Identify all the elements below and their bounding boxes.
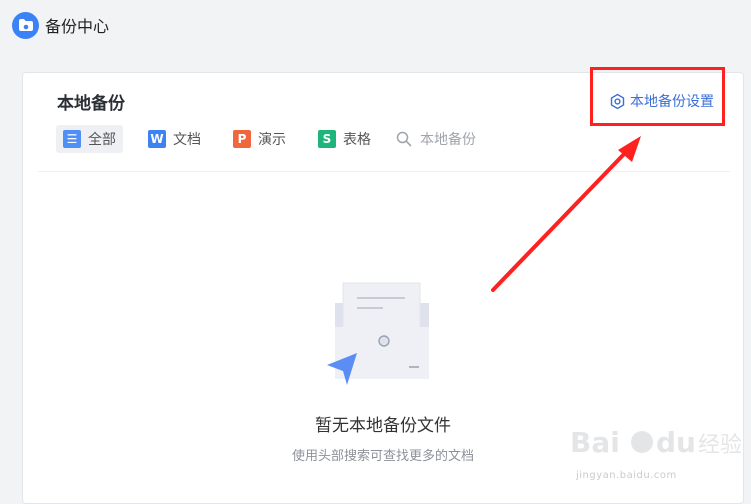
local-backup-settings-button[interactable]: 本地备份设置 — [609, 91, 714, 111]
tab-label: 文档 — [173, 132, 201, 148]
tab-label: 全部 — [88, 132, 116, 148]
search-input[interactable]: 本地备份 — [396, 125, 476, 153]
tab-documents[interactable]: W 文档 — [141, 125, 208, 153]
settings-label: 本地备份设置 — [630, 94, 714, 110]
svg-text:Bai: Bai — [570, 426, 620, 459]
tab-spreadsheets[interactable]: S 表格 — [311, 125, 378, 153]
empty-printer-illustration-icon — [327, 282, 429, 385]
word-doc-icon: W — [148, 130, 166, 148]
search-icon — [396, 131, 412, 147]
app-title: 备份中心 — [45, 17, 110, 36]
watermark-url: jingyan.baidu.com — [576, 470, 677, 481]
tab-all[interactable]: ☰ 全部 — [56, 125, 123, 153]
file-type-tabs: ☰ 全部 W 文档 P 演示 S 表格 本地备份 — [56, 125, 476, 153]
divider — [38, 171, 730, 172]
search-placeholder: 本地备份 — [420, 132, 476, 148]
svg-text:du: du — [656, 426, 696, 459]
list-icon: ☰ — [63, 130, 81, 148]
settings-hexagon-icon — [610, 93, 625, 109]
presentation-icon: P — [233, 130, 251, 148]
tab-label: 表格 — [343, 132, 371, 148]
svg-text:经验: 经验 — [698, 433, 742, 458]
backup-center-logo-icon — [12, 11, 39, 39]
app-header: 备份中心 — [12, 11, 109, 39]
tab-label: 演示 — [258, 132, 286, 148]
page-title: 本地备份 — [57, 94, 125, 114]
spreadsheet-icon: S — [318, 130, 336, 148]
tab-presentations[interactable]: P 演示 — [226, 125, 293, 153]
